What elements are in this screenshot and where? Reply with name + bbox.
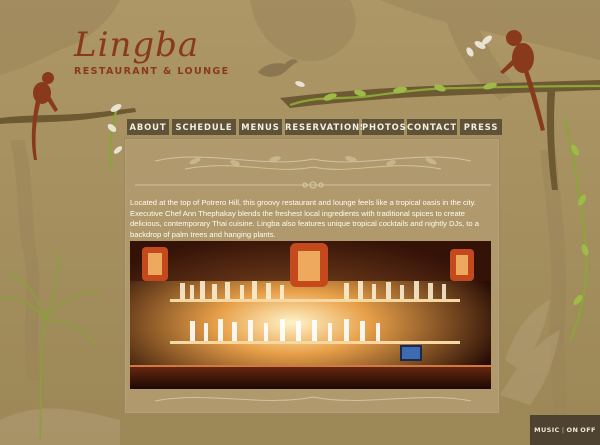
nav-photos[interactable]: PHOTOS [362,119,406,135]
music-label: MUSIC [534,426,560,434]
nav-reservations[interactable]: RESERVATIONS [285,119,366,135]
music-separator: | [561,426,565,434]
nav-schedule[interactable]: SCHEDULE [172,119,236,135]
nav-menus[interactable]: MENUS [239,119,282,135]
nav-about[interactable]: ABOUT [127,119,169,135]
brand-tagline: RESTAURANT & LOUNGE [74,66,230,77]
nav-press[interactable]: PRESS [460,119,502,135]
music-off-button[interactable]: OFF [580,426,596,434]
music-on-button[interactable]: ON [567,426,579,434]
main-nav: ABOUT SCHEDULE MENUS RESERVATIONS PHOTOS… [127,119,502,135]
brand-logo[interactable]: Lingba RESTAURANT & LOUNGE [74,27,230,77]
about-text: Located at the top of Potrero Hill, this… [130,198,479,239]
bar-photo [130,241,491,389]
bar-photo-illustration [130,241,491,389]
nav-contact[interactable]: CONTACT [407,119,457,135]
brand-name: Lingba [74,25,200,65]
music-toggle: MUSIC | ON OFF [530,415,600,445]
